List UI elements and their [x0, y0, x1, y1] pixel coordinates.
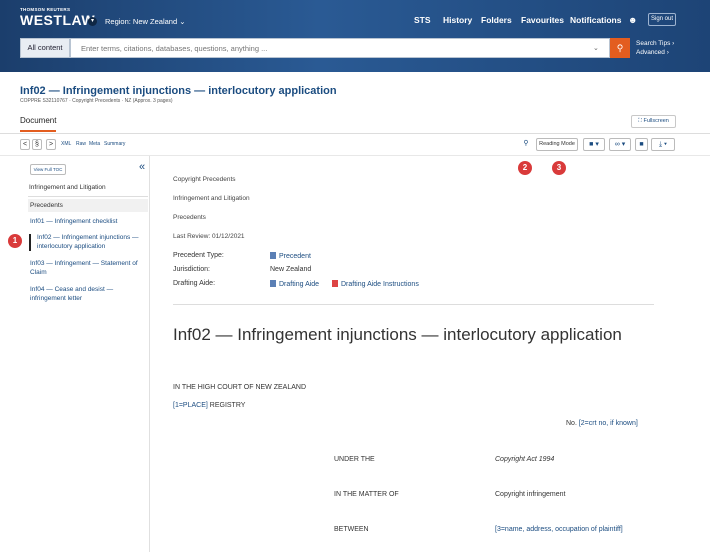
nav-favourites[interactable]: Favourites	[521, 15, 564, 25]
page-title: Inf02 — Infringement injunctions — inter…	[20, 85, 337, 97]
toc-item-inf03[interactable]: Inf03 — Infringement — Statement of Clai…	[30, 260, 148, 277]
toc-heading: Infringement and Litigation	[29, 184, 106, 191]
raw-link[interactable]: Raw	[76, 141, 86, 147]
view-full-toc-button[interactable]: View Full TOC	[30, 164, 66, 175]
pdf-icon	[332, 280, 338, 287]
document-icon	[270, 252, 276, 259]
section-button[interactable]: §	[32, 139, 42, 150]
registry-line: [1=PLACE] REGISTRY	[173, 402, 246, 409]
annotate-dropdown-icon[interactable]: ■ ▾	[583, 138, 605, 151]
meta-link[interactable]: Meta	[89, 141, 100, 147]
matter-value: Copyright infringement	[495, 491, 566, 498]
toc-divider	[28, 196, 148, 197]
product-switcher-icon[interactable]: ▾	[88, 17, 97, 26]
tab-document[interactable]: Document	[20, 116, 57, 132]
user-icon[interactable]: ☻	[628, 15, 637, 25]
document-icon	[270, 280, 276, 287]
region-selector[interactable]: Region: New Zealand ⌄	[105, 17, 186, 26]
next-document-button[interactable]: >	[46, 139, 56, 150]
folder-icon[interactable]: ■	[635, 138, 648, 151]
plaintiff-placeholder[interactable]: [3=name, address, occupation of plaintif…	[495, 526, 623, 533]
westlaw-logo[interactable]: WESTLAW	[20, 12, 95, 28]
nav-history[interactable]: History	[443, 15, 472, 25]
meta-last-review: Last Review: 01/12/2021	[173, 233, 245, 240]
nav-folders[interactable]: Folders	[481, 15, 512, 25]
precedent-type-label: Precedent Type:	[173, 252, 224, 259]
summary-link[interactable]: Summary	[104, 141, 125, 147]
collapse-toc-icon[interactable]: «	[139, 161, 145, 173]
search-button[interactable]: ⚲	[610, 38, 630, 58]
jurisdiction-label: Jurisdiction:	[173, 266, 210, 273]
jurisdiction-value: New Zealand	[270, 266, 312, 273]
toc-section-header: Precedents	[28, 199, 148, 212]
search-icon: ⚲	[616, 43, 624, 53]
toc-panel: View Full TOC « Infringement and Litigat…	[20, 156, 150, 552]
top-header: THOMSON REUTERS WESTLAW ▾ Region: New Ze…	[0, 0, 710, 72]
xml-link[interactable]: XML	[61, 141, 71, 147]
precedent-type-link[interactable]: Precedent	[270, 252, 311, 260]
nav-notifications[interactable]: Notifications	[570, 15, 621, 25]
drafting-aide-label: Drafting Aide:	[173, 280, 216, 287]
search-input[interactable]	[70, 38, 610, 58]
under-label: UNDER THE	[334, 456, 375, 463]
court-name: IN THE HIGH COURT OF NEW ZEALAND	[173, 384, 307, 391]
link-dropdown-icon[interactable]: ∞ ▾	[609, 138, 631, 151]
drafting-aide-instructions-link[interactable]: Drafting Aide Instructions	[332, 280, 419, 288]
document-heading: Inf02 — Infringement injunctions — inter…	[173, 325, 622, 344]
annotation-badge-2: 2	[518, 161, 532, 175]
toc-item-inf04[interactable]: Inf04 — Cease and desist — infringement …	[30, 286, 148, 303]
court-number-placeholder[interactable]: [2=crt no, if known]	[579, 420, 638, 427]
annotation-badge-3: 3	[552, 161, 566, 175]
prev-document-button[interactable]: <	[20, 139, 30, 150]
under-value: Copyright Act 1994	[495, 456, 555, 463]
annotation-badge-1: 1	[8, 234, 22, 248]
tab-divider	[0, 133, 710, 134]
toc-item-inf02[interactable]: Inf02 — Infringement injunctions — inter…	[29, 234, 149, 251]
reading-mode-button[interactable]: Reading Mode	[536, 138, 578, 151]
search-tips-link[interactable]: Search Tips ›	[636, 39, 674, 48]
meta-category: Infringement and Litigation	[173, 195, 250, 202]
advanced-search-link[interactable]: Advanced ›	[636, 48, 674, 57]
content-divider	[173, 304, 654, 305]
fullscreen-button[interactable]: ⛶ Fullscreen	[631, 115, 676, 128]
meta-publication: Copyright Precedents	[173, 176, 236, 183]
matter-label: IN THE MATTER OF	[334, 491, 399, 498]
sign-out-button[interactable]: Sign out	[648, 13, 676, 26]
between-label: BETWEEN	[334, 526, 369, 533]
drafting-aide-link[interactable]: Drafting Aide	[270, 280, 319, 288]
toc-item-inf01[interactable]: Inf01 — Infringement checklist	[30, 218, 148, 227]
document-citation: COPPRE S32110767 · Copyright Precedents …	[20, 98, 173, 104]
search-in-document-icon[interactable]: ⚲	[520, 138, 532, 151]
meta-section: Precedents	[173, 214, 206, 221]
search-scope-button[interactable]: All content	[20, 38, 70, 58]
download-dropdown-icon[interactable]: ⤓ ▾	[651, 138, 675, 151]
search-dropdown-icon[interactable]: ⌄	[593, 44, 599, 52]
place-placeholder[interactable]: [1=PLACE]	[173, 402, 208, 409]
nav-sts[interactable]: STS	[414, 15, 431, 25]
search-tips-links[interactable]: Search Tips › Advanced ›	[636, 39, 674, 57]
court-number-line: No. [2=crt no, if known]	[566, 420, 638, 427]
